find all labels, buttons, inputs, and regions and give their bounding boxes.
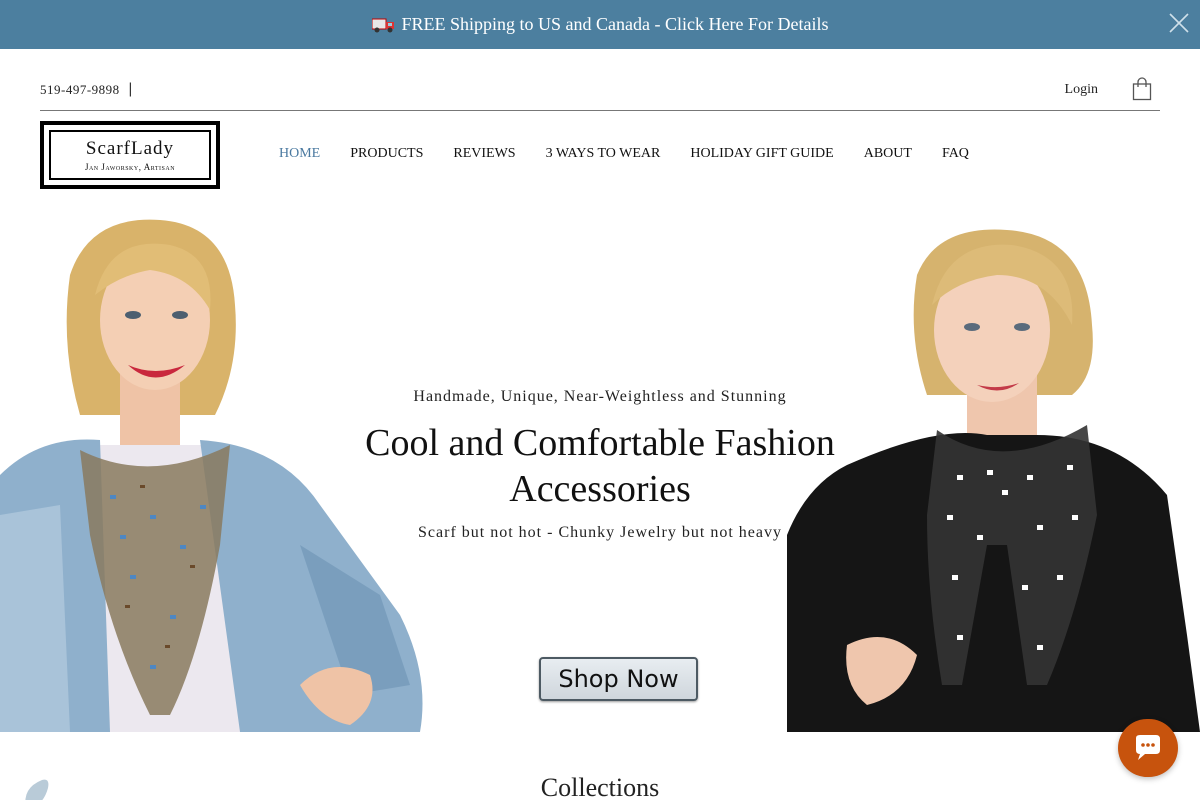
logo-title: ScarfLady [85, 137, 175, 159]
nav-item-reviews[interactable]: REVIEWS [453, 146, 515, 162]
announcement-link[interactable]: FREE Shipping to US and Canada - Click H… [371, 14, 829, 35]
nav-item-holiday-gift-guide[interactable]: HOLIDAY GIFT GUIDE [690, 146, 833, 162]
hero-subtitle: Scarf but not hot - Chunky Jewelry but n… [418, 524, 782, 541]
collections-heading: Collections [540, 773, 660, 800]
nav-item-home[interactable]: HOME [279, 146, 320, 162]
site-logo[interactable]: ScarfLady Jan Jaworsky, Artisan [40, 121, 220, 189]
utility-bar: 519-497-9898 | Login [40, 77, 1160, 111]
shopping-bag-icon[interactable] [1132, 77, 1152, 101]
logo-frame: ScarfLady Jan Jaworsky, Artisan [49, 130, 211, 180]
logo-subtitle: Jan Jaworsky, Artisan [84, 161, 176, 172]
nav-item-about[interactable]: ABOUT [864, 146, 912, 162]
hero-banner: Handmade, Unique, Near-Weightless and St… [0, 215, 1200, 732]
chat-bubble-icon [1136, 735, 1160, 760]
chat-button[interactable] [1118, 719, 1178, 777]
shop-now-button[interactable]: Shop Now [539, 657, 698, 701]
phone-number[interactable]: 519-497-9898 [40, 82, 120, 98]
main-nav: HOME PRODUCTS REVIEWS 3 WAYS TO WEAR HOL… [279, 146, 999, 162]
hero-title: Cool and Comfortable Fashion Accessories [365, 422, 835, 510]
close-icon[interactable] [1168, 12, 1190, 34]
hero-tagline: Handmade, Unique, Near-Weightless and St… [413, 388, 787, 405]
nav-item-faq[interactable]: FAQ [942, 146, 969, 162]
announcement-bar: FREE Shipping to US and Canada - Click H… [0, 0, 1200, 49]
separator: | [128, 81, 133, 97]
login-link[interactable]: Login [1065, 82, 1098, 98]
nav-item-products[interactable]: PRODUCTS [350, 146, 423, 162]
truck-icon [371, 18, 394, 32]
nav-item-3-ways-to-wear[interactable]: 3 WAYS TO WEAR [546, 146, 661, 162]
announcement-text: FREE Shipping to US and Canada - Click H… [401, 14, 829, 34]
